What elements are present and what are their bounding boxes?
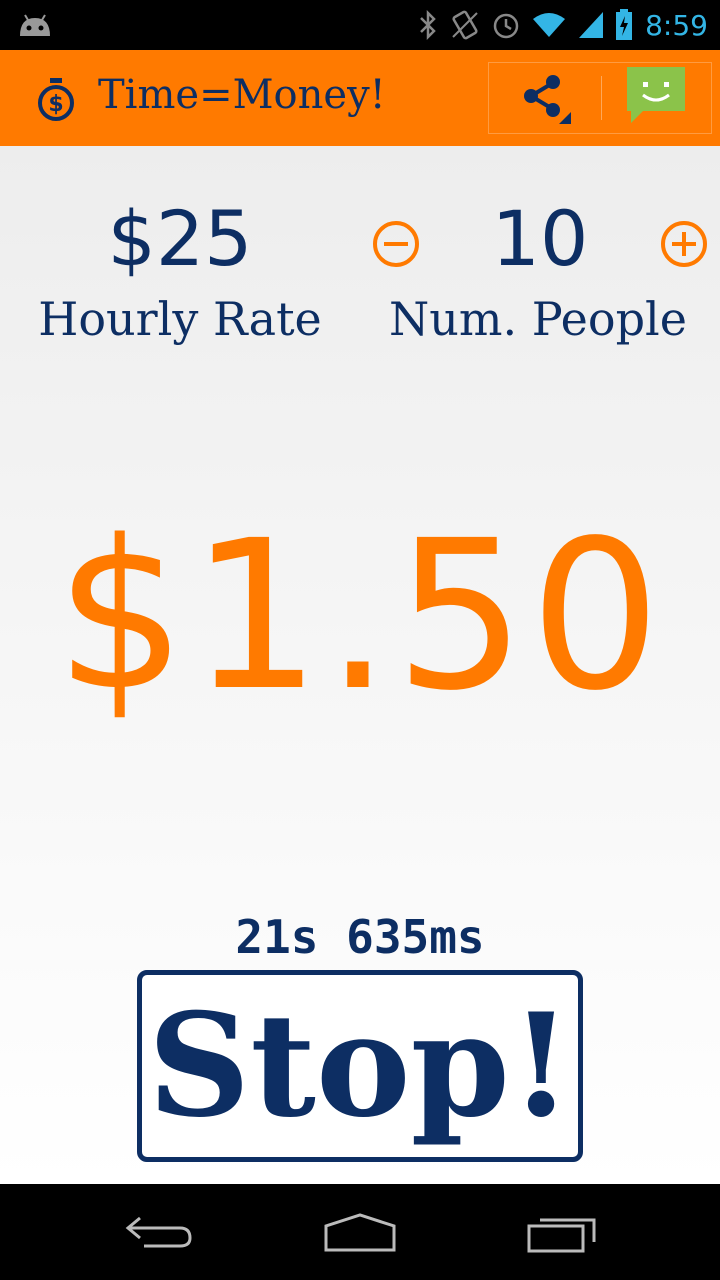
battery-charging-icon	[615, 9, 633, 41]
status-bar: 8:59	[0, 0, 720, 50]
recent-apps-icon[interactable]	[526, 1212, 600, 1258]
signal-icon	[577, 10, 605, 40]
alarm-icon	[491, 10, 521, 40]
meeting-cost-display: $1.50	[55, 496, 665, 736]
stop-button-label: Stop!	[147, 983, 573, 1149]
svg-text:$: $	[48, 92, 63, 117]
people-count-value: 10	[491, 194, 589, 283]
app-title: Time=Money!	[98, 72, 386, 118]
elapsed-time-display: 21s 635ms	[235, 910, 485, 964]
vibrate-icon	[449, 9, 481, 41]
decrease-people-button[interactable]	[370, 218, 422, 274]
bluetooth-icon	[417, 10, 439, 40]
stopwatch-dollar-icon: $	[34, 78, 78, 126]
status-time: 8:59	[645, 8, 708, 42]
action-bar: $ Time=Money!	[0, 50, 720, 146]
hourly-rate-label: Hourly Rate	[38, 292, 322, 346]
minus-circle-icon	[373, 221, 419, 267]
android-debug-icon	[16, 12, 54, 42]
plus-circle-icon	[661, 221, 707, 267]
smiley-message-icon	[625, 65, 687, 131]
stop-button[interactable]: Stop!	[137, 970, 583, 1162]
share-icon	[515, 66, 575, 130]
action-buttons	[488, 62, 712, 134]
home-icon[interactable]	[322, 1212, 398, 1258]
increase-people-button[interactable]	[658, 218, 710, 274]
feedback-button[interactable]	[602, 62, 712, 134]
navigation-bar	[0, 1184, 720, 1280]
share-button[interactable]	[489, 62, 601, 134]
wifi-icon	[531, 11, 567, 39]
screen: 8:59 $ Time=Money! $25 Hourly Rate 10 Nu…	[0, 0, 720, 1280]
people-count-label: Num. People	[389, 292, 687, 346]
back-icon[interactable]	[124, 1212, 196, 1256]
hourly-rate-value[interactable]: $25	[28, 194, 332, 283]
main-content: $25 Hourly Rate 10 Num. People $1.50 21s…	[0, 146, 720, 1184]
